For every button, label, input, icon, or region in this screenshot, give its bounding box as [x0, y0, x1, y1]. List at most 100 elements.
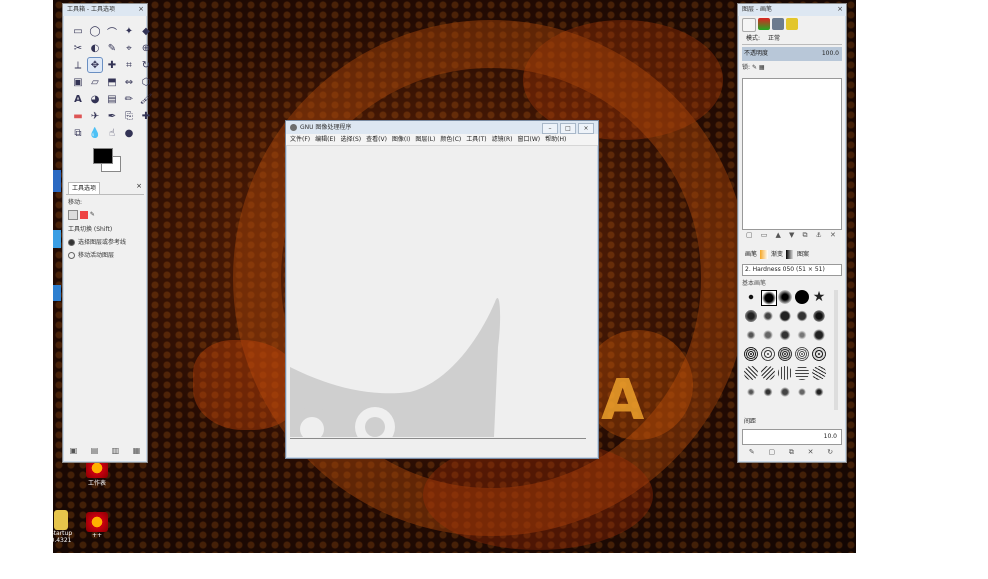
close-icon[interactable]: × — [578, 123, 594, 134]
cage-icon[interactable]: ⬡ — [139, 75, 153, 89]
radio-icon[interactable] — [68, 252, 75, 259]
align-icon[interactable]: ✚ — [105, 58, 119, 72]
measure-icon[interactable]: ⟂ — [71, 58, 85, 72]
radio-option[interactable]: 选择图层或参考线 — [63, 235, 147, 248]
channels-tab-icon[interactable] — [758, 18, 770, 30]
brush-item[interactable] — [744, 328, 758, 342]
new-layer-icon[interactable]: ▢ — [746, 231, 753, 240]
brush-item[interactable] — [812, 309, 826, 323]
smudge-icon[interactable]: ☝ — [105, 126, 119, 140]
path-mode-icon[interactable]: ✎ — [90, 211, 98, 219]
brush-item[interactable] — [778, 366, 792, 380]
brush-item[interactable] — [812, 366, 826, 380]
save-options-icon[interactable]: ▣ — [69, 446, 78, 455]
empty-canvas[interactable] — [290, 147, 594, 437]
toolbox-titlebar[interactable]: 工具箱 - 工具选项 × — [63, 4, 147, 16]
brush-item[interactable] — [761, 309, 775, 323]
reset-options-icon[interactable]: ▦ — [132, 446, 141, 455]
toolbox-window[interactable]: 工具箱 - 工具选项 × ▭ ◯ ⌒ ✦ ◆ ✂ ◐ ✎ ⌖ ⊕ ⟂ ✥ ✚ ⌗… — [62, 3, 152, 463]
zoom-icon[interactable]: ⊕ — [139, 41, 153, 55]
new-brush-icon[interactable]: ▢ — [769, 448, 776, 457]
radio-option[interactable]: 移动活动图层 — [63, 248, 147, 261]
blur-icon[interactable]: 💧 — [88, 126, 102, 140]
close-icon[interactable]: × — [136, 182, 142, 190]
duplicate-brush-icon[interactable]: ⧉ — [789, 448, 794, 457]
brush-item[interactable] — [761, 290, 777, 306]
edit-brush-icon[interactable]: ✎ — [749, 448, 755, 457]
menu-select[interactable]: 选择(S) — [341, 134, 362, 145]
brush-item[interactable] — [795, 309, 809, 323]
brush-item[interactable] — [795, 347, 809, 361]
brush-item[interactable] — [778, 347, 792, 361]
heal-icon[interactable]: ✚ — [139, 109, 153, 123]
brush-item[interactable] — [744, 309, 758, 323]
scissors-icon[interactable]: ✂ — [71, 41, 85, 55]
brush-item[interactable] — [778, 309, 792, 323]
layer-mode-icon[interactable] — [68, 210, 78, 220]
perspective-clone-icon[interactable]: ⧉ — [71, 126, 85, 140]
brush-item[interactable] — [795, 366, 809, 380]
rotate-icon[interactable]: ↻ — [139, 58, 153, 72]
brush-item[interactable] — [812, 347, 826, 361]
layers-list[interactable] — [742, 78, 842, 230]
restore-options-icon[interactable]: ▤ — [90, 446, 99, 455]
eraser-icon[interactable]: ▬ — [71, 109, 85, 123]
minimize-icon[interactable]: – — [542, 123, 558, 134]
close-icon[interactable]: × — [836, 5, 844, 13]
brush-item[interactable] — [778, 328, 792, 342]
foreground-color[interactable] — [93, 148, 113, 164]
color-area[interactable] — [91, 148, 147, 178]
shear-icon[interactable]: ▱ — [88, 75, 102, 89]
brush-item[interactable] — [795, 385, 809, 399]
undo-tab-icon[interactable] — [786, 18, 798, 30]
new-group-icon[interactable]: ▭ — [761, 231, 768, 240]
dodge-burn-icon[interactable]: ● — [122, 126, 136, 140]
delete-options-icon[interactable]: ▥ — [111, 446, 120, 455]
brush-item[interactable] — [744, 290, 758, 304]
tab-gradients[interactable]: 渐变 — [768, 249, 786, 260]
fuzzy-select-icon[interactable]: ✦ — [122, 24, 136, 38]
brush-item[interactable] — [761, 328, 775, 342]
brush-item[interactable] — [778, 290, 792, 304]
main-window[interactable]: GNU 图像处理程序 – □ × 文件(F) 编辑(E) 选择(S) 查看(V)… — [285, 120, 599, 459]
brush-item[interactable] — [795, 290, 809, 304]
color-select-icon[interactable]: ◆ — [139, 24, 153, 38]
brush-item[interactable] — [795, 328, 809, 342]
brush-item[interactable] — [761, 366, 775, 380]
menu-help[interactable]: 帮助(H) — [545, 134, 566, 145]
menu-view[interactable]: 查看(V) — [366, 134, 387, 145]
main-titlebar[interactable]: GNU 图像处理程序 – □ × — [286, 121, 598, 134]
menu-colors[interactable]: 颜色(C) — [440, 134, 461, 145]
ink-icon[interactable]: ✒ — [105, 109, 119, 123]
brush-item[interactable] — [761, 347, 775, 361]
menu-layer[interactable]: 图层(L) — [415, 134, 435, 145]
spacing-slider[interactable]: 10.0 — [742, 429, 842, 445]
lower-layer-icon[interactable]: ▼ — [789, 231, 794, 240]
desktop-icon[interactable]: ++ — [82, 512, 112, 539]
delete-layer-icon[interactable]: ✕ — [830, 231, 836, 240]
menu-filters[interactable]: 滤镜(R) — [492, 134, 513, 145]
maximize-icon[interactable]: □ — [560, 123, 576, 134]
mode-value[interactable]: 正常 — [764, 34, 784, 44]
lasso-icon[interactable]: ⌒ — [105, 24, 119, 39]
menu-file[interactable]: 文件(F) — [290, 134, 310, 145]
paintbrush-icon[interactable]: 🖌 — [139, 92, 153, 106]
brush-item[interactable] — [744, 385, 758, 399]
pencil-lock-icon[interactable]: ✎ — [752, 64, 757, 71]
app-icon[interactable] — [53, 230, 61, 248]
clone-icon[interactable]: ⎘ — [122, 109, 136, 123]
opacity-row[interactable]: 不透明度 100.0 — [742, 47, 842, 61]
tab-brushes[interactable]: 画笔 — [742, 249, 760, 260]
brush-item[interactable] — [778, 385, 792, 399]
brush-scrollbar[interactable] — [834, 290, 838, 410]
brush-item[interactable] — [812, 328, 826, 342]
menu-edit[interactable]: 编辑(E) — [315, 134, 335, 145]
dock-titlebar[interactable]: 图层 - 画笔 × — [738, 4, 846, 16]
duplicate-layer-icon[interactable]: ⧉ — [803, 231, 808, 240]
blend-icon[interactable]: ▤ — [105, 92, 119, 106]
refresh-brush-icon[interactable]: ↻ — [827, 448, 833, 457]
foreground-select-icon[interactable]: ◐ — [88, 41, 102, 55]
app-icon[interactable] — [53, 170, 61, 192]
scale-icon[interactable]: ▣ — [71, 75, 85, 89]
checker-lock-icon[interactable]: ▦ — [759, 64, 765, 71]
